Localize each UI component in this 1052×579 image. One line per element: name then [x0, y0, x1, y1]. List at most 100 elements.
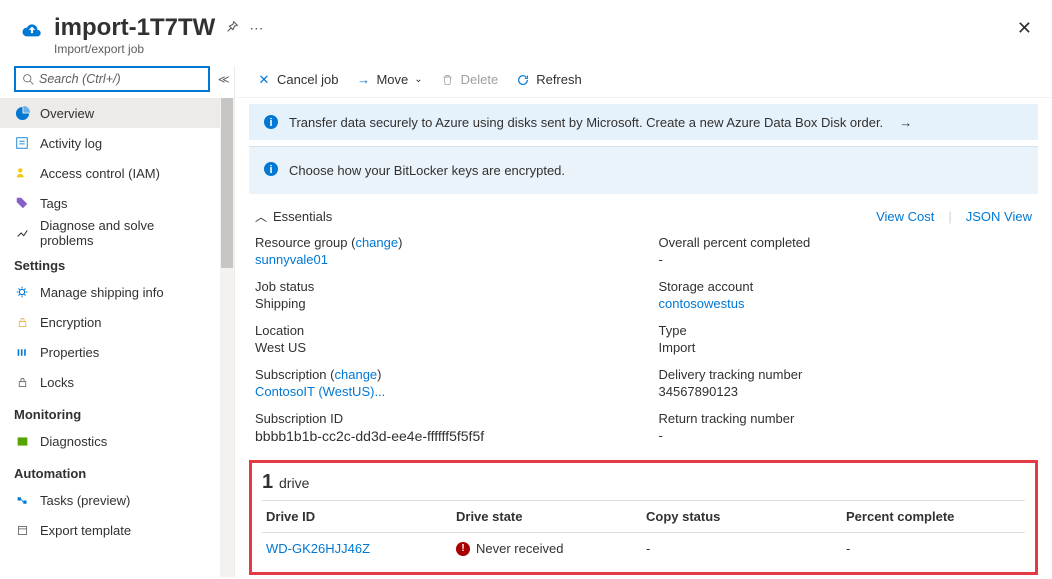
- delete-button: Delete: [441, 72, 499, 87]
- sidebar-item-label: Properties: [40, 345, 99, 360]
- col-drive-id: Drive ID: [266, 509, 456, 524]
- chevron-up-icon: ︿: [255, 208, 267, 225]
- error-icon: !: [456, 542, 470, 556]
- info-icon: i: [263, 161, 279, 180]
- sidebar-item-label: Overview: [40, 106, 94, 121]
- drives-count-label: drive: [279, 475, 309, 491]
- delivery-value: 34567890123: [659, 384, 1033, 399]
- sidebar-item-label: Manage shipping info: [40, 285, 164, 300]
- locks-icon: [14, 374, 30, 390]
- drive-row: WD-GK26HJJ46Z ! Never received - -: [262, 533, 1025, 564]
- tasks-icon: [14, 492, 30, 508]
- essentials-heading: Essentials: [273, 209, 332, 224]
- gear-icon: [14, 284, 30, 300]
- return-label: Return tracking number: [659, 411, 1033, 426]
- refresh-label: Refresh: [536, 72, 582, 87]
- status-label: Job status: [255, 279, 629, 294]
- sidebar-item-diagnose[interactable]: Diagnose and solve problems: [0, 218, 220, 248]
- storage-value[interactable]: contosowestus: [659, 296, 745, 311]
- search-box[interactable]: [14, 66, 210, 92]
- sidebar-item-shipping[interactable]: Manage shipping info: [0, 277, 220, 307]
- drives-title: 1 drive: [262, 471, 1025, 494]
- delivery-label: Delivery tracking number: [659, 367, 1033, 382]
- tags-icon: [14, 195, 30, 211]
- diagnostics-icon: [14, 433, 30, 449]
- sidebar-section-settings: Settings: [0, 248, 234, 277]
- close-icon[interactable]: ✕: [1017, 18, 1032, 39]
- essentials-toggle[interactable]: ︿ Essentials: [255, 208, 332, 225]
- sidebar-item-overview[interactable]: Overview: [0, 98, 220, 128]
- overview-icon: [14, 105, 30, 121]
- col-percent-complete: Percent complete: [846, 509, 1021, 524]
- subscription-label: Subscription: [255, 367, 327, 382]
- sidebar-section-automation: Automation: [0, 456, 234, 485]
- sidebar-item-locks[interactable]: Locks: [0, 367, 220, 397]
- move-button[interactable]: → Move ⌄: [356, 72, 422, 87]
- return-value: -: [659, 428, 1033, 443]
- scrollbar-thumb[interactable]: [221, 98, 233, 268]
- sidebar-item-label: Locks: [40, 375, 74, 390]
- sidebar-item-label: Access control (IAM): [40, 166, 160, 181]
- sidebar: ≪ Overview Activity log Access control (…: [0, 66, 235, 577]
- svg-text:i: i: [269, 117, 272, 129]
- json-view-link[interactable]: JSON View: [966, 209, 1032, 224]
- command-bar: ✕ Cancel job → Move ⌄ Delete Refresh: [235, 66, 1052, 98]
- subid-label: Subscription ID: [255, 411, 629, 426]
- storage-label: Storage account: [659, 279, 1033, 294]
- blade-header: import-1T7TW ⋯ Import/export job ✕: [0, 0, 1052, 66]
- copy-status-value: -: [646, 541, 846, 556]
- search-input[interactable]: [39, 72, 202, 86]
- page-title: import-1T7TW: [54, 14, 215, 42]
- sidebar-item-iam[interactable]: Access control (IAM): [0, 158, 220, 188]
- cancel-icon: ✕: [257, 73, 271, 87]
- percent-complete-value: -: [846, 541, 1021, 556]
- drive-id-link[interactable]: WD-GK26HJJ46Z: [266, 541, 370, 556]
- status-value: Shipping: [255, 296, 629, 311]
- resource-group-label: Resource group: [255, 235, 348, 250]
- search-icon: [22, 73, 35, 86]
- change-subscription-link[interactable]: change: [335, 367, 378, 382]
- arrow-right-icon: →: [899, 115, 912, 130]
- info-banner-databox[interactable]: i Transfer data securely to Azure using …: [249, 104, 1038, 140]
- view-cost-link[interactable]: View Cost: [876, 209, 934, 224]
- pct-value: -: [659, 252, 1033, 267]
- cancel-label: Cancel job: [277, 72, 338, 87]
- lock-icon: [14, 314, 30, 330]
- refresh-icon: [516, 73, 530, 87]
- export-template-icon: [14, 522, 30, 538]
- separator: |: [948, 209, 951, 224]
- subscription-value[interactable]: ContosoIT (WestUS)...: [255, 384, 385, 399]
- cancel-job-button[interactable]: ✕ Cancel job: [257, 72, 338, 87]
- sidebar-item-diagnostics[interactable]: Diagnostics: [0, 426, 220, 456]
- subid-value: bbbb1b1b-cc2c-dd3d-ee4e-ffffff5f5f5f: [255, 428, 629, 444]
- delete-icon: [441, 73, 455, 87]
- main-content: ✕ Cancel job → Move ⌄ Delete Refresh i T…: [235, 66, 1052, 577]
- refresh-button[interactable]: Refresh: [516, 72, 582, 87]
- pin-icon[interactable]: [225, 20, 239, 37]
- more-icon[interactable]: ⋯: [249, 20, 263, 37]
- sidebar-item-label: Tags: [40, 196, 67, 211]
- resource-group-value[interactable]: sunnyvale01: [255, 252, 328, 267]
- info-banner-bitlocker[interactable]: i Choose how your BitLocker keys are enc…: [249, 146, 1038, 194]
- sidebar-item-properties[interactable]: Properties: [0, 337, 220, 367]
- activity-log-icon: [14, 135, 30, 151]
- page-subtitle: Import/export job: [54, 42, 263, 56]
- sidebar-item-label: Diagnose and solve problems: [40, 218, 206, 248]
- drives-section: 1 drive Drive ID Drive state Copy status…: [249, 460, 1038, 575]
- chevron-down-icon: ⌄: [414, 74, 422, 85]
- properties-icon: [14, 344, 30, 360]
- banner-text: Transfer data securely to Azure using di…: [289, 115, 883, 130]
- sidebar-item-label: Encryption: [40, 315, 101, 330]
- sidebar-item-tasks[interactable]: Tasks (preview): [0, 485, 220, 515]
- sidebar-item-export[interactable]: Export template: [0, 515, 220, 545]
- location-value: West US: [255, 340, 629, 355]
- pct-label: Overall percent completed: [659, 235, 1033, 250]
- sidebar-item-activity[interactable]: Activity log: [0, 128, 220, 158]
- essentials-grid: Resource group (change) sunnyvale01 Over…: [235, 231, 1052, 454]
- banner-text: Choose how your BitLocker keys are encry…: [289, 163, 565, 178]
- sidebar-item-encryption[interactable]: Encryption: [0, 307, 220, 337]
- collapse-sidebar-icon[interactable]: ≪: [218, 73, 230, 86]
- sidebar-item-tags[interactable]: Tags: [0, 188, 220, 218]
- change-rg-link[interactable]: change: [355, 235, 398, 250]
- sidebar-item-label: Activity log: [40, 136, 102, 151]
